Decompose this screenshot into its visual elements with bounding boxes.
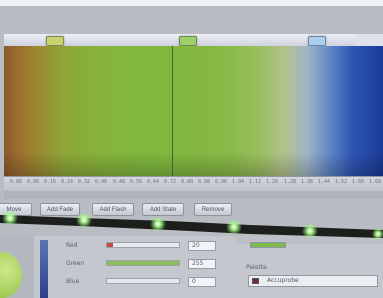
palette-selected-value: Accuprobe [267,277,299,284]
time-ruler[interactable]: 0.00 0.08 0.16 0.24 0.32 0.40 0.48 0.56 0.64 0.72… [4,176,383,192]
led-3 [150,216,166,232]
tick-label: 0.56 [130,179,143,185]
green-slider-fill [107,261,179,265]
tick-label: 0.96 [215,179,228,185]
tick-label: 0.16 [44,179,57,185]
tick-label: 1.52 [335,179,348,185]
gradient-preview[interactable] [4,46,383,176]
tick-label: 1.60 [352,179,365,185]
tick-label: 1.12 [249,179,262,185]
ruler-end [356,34,383,46]
tick-label: 0.72 [164,179,177,185]
tick-label: 1.20 [266,179,279,185]
palette-label: Palette [246,264,267,271]
tick-label: 0.88 [198,179,211,185]
led-strip [0,210,383,240]
blue-label: Blue [66,278,80,285]
palette-swatch [252,278,259,284]
red-label: Red [66,242,78,249]
palette-dropdown[interactable]: Accuprobe [248,275,378,287]
tick-label: 0.64 [147,179,160,185]
led-5 [302,223,318,239]
blue-value-field[interactable]: 0 [188,277,216,287]
red-value-field[interactable]: 20 [188,241,216,251]
tick-label: 1.44 [318,179,331,185]
red-slider[interactable] [106,242,180,248]
led-4 [226,219,242,235]
led-1 [2,210,18,226]
current-color-swatch [250,242,286,248]
tick-label: 0.24 [61,179,74,185]
green-value-field[interactable]: 255 [188,259,216,269]
vertical-level-slider[interactable] [40,240,48,298]
tick-label: 0.40 [95,179,108,185]
tick-label: 0.00 [10,179,23,185]
stop-marker-1[interactable] [46,36,64,46]
tick-label: 0.08 [27,179,40,185]
led-2 [76,212,92,228]
stop-marker-2[interactable] [179,36,197,46]
blue-slider[interactable] [106,278,180,284]
red-slider-fill [107,243,113,247]
tick-label: 1.28 [284,179,297,185]
strip-pcb [0,215,383,238]
tick-label: 1.36 [301,179,314,185]
tick-label: 0.48 [113,179,126,185]
tick-label: 1.04 [232,179,245,185]
stop-marker-3[interactable] [308,36,326,46]
tick-label: 0.80 [181,179,194,185]
horizontal-scrollbar[interactable] [4,191,383,199]
green-slider[interactable] [106,260,180,266]
tick-label: 1.68 [369,179,382,185]
green-label: Green [66,260,85,267]
playhead-line[interactable] [172,46,173,176]
tick-label: 0.32 [78,179,91,185]
